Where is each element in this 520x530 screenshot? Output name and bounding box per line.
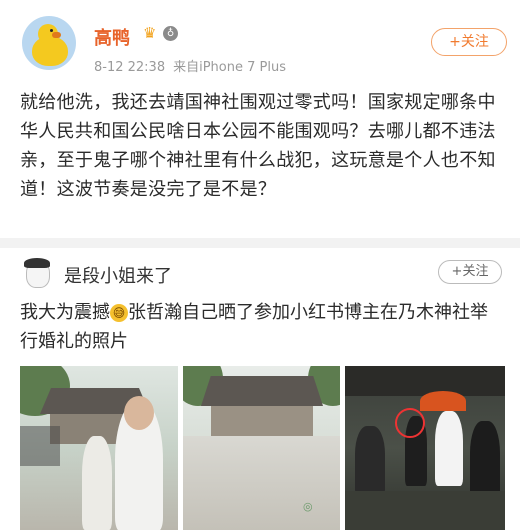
crown-icon: ♛ (143, 24, 157, 42)
post1-meta: 8-12 22:38 来自iPhone 7 Plus (94, 56, 286, 75)
post2-username[interactable]: 是段小姐来了 (64, 262, 172, 288)
badge-icon: ♁ (163, 26, 178, 41)
weibo-post-1: 高鸭 ♛ ♁ 8-12 22:38 来自iPhone 7 Plus +关注 就给他… (0, 0, 520, 238)
weibo-post-2: 是段小姐来了 +关注 我大为震撼 😅 张哲瀚自己晒了参加小红书博主在乃木神社举行婚礼… (0, 248, 520, 530)
post1-username[interactable]: 高鸭 (94, 24, 130, 50)
post1-time: 8-12 22:38 (94, 60, 166, 75)
follow-button[interactable]: +关注 (438, 260, 502, 284)
post1-text: 就给他洗，我还去靖国神社围观过零式吗！国家规定哪条中华人民共和国公民啥日本公园不… (20, 92, 496, 200)
duck-avatar-icon[interactable] (22, 16, 76, 70)
post-photo-1[interactable] (20, 366, 178, 530)
emoji-icon: 😅 (110, 304, 128, 322)
avatar-icon[interactable] (18, 258, 56, 294)
post1-source: 来自iPhone 7 Plus (173, 60, 286, 75)
post-photo-2[interactable]: ◎ (183, 366, 340, 530)
post2-text: 我大为震撼 😅 张哲瀚自己晒了参加小红书博主在乃木神社举行婚礼的照片 (20, 298, 504, 356)
post2-text-part1: 我大为震撼 (20, 302, 110, 323)
follow-button[interactable]: +关注 (431, 28, 507, 56)
post-photo-3[interactable] (345, 366, 505, 530)
